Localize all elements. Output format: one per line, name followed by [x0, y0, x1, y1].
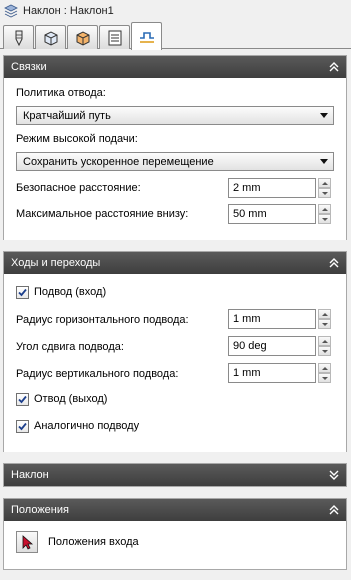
cube-icon — [44, 30, 57, 46]
linking-move-icon — [139, 31, 154, 43]
lead-out-checkbox[interactable] — [16, 393, 29, 406]
lead-in-label: Подвод (вход) — [34, 286, 107, 298]
spin-down-icon[interactable] — [318, 373, 331, 383]
links-panel-body: Политика отвода: Кратчайший путь Режим в… — [4, 78, 346, 240]
entry-positions-label: Положения входа — [48, 536, 139, 548]
vert-radius-spinner[interactable] — [318, 363, 331, 383]
leads-panel-title: Ходы и переходы — [11, 257, 101, 269]
collapse-up-icon[interactable] — [327, 60, 341, 74]
tab-strip — [0, 22, 351, 50]
document-list-icon — [108, 30, 121, 45]
leads-panel: Ходы и переходы Подвод (вход) Радиус гор… — [3, 251, 347, 452]
positions-panel-header[interactable]: Положения — [4, 499, 346, 521]
ramp-panel-header[interactable]: Наклон — [4, 464, 346, 486]
max-stay-down-label: Максимальное расстояние внизу: — [16, 208, 189, 220]
tab-linking[interactable] — [131, 22, 162, 50]
horiz-radius-spinner[interactable] — [318, 309, 331, 329]
spin-up-icon[interactable] — [318, 178, 331, 188]
positions-panel: Положения Положения входа — [3, 498, 347, 570]
tool-icon — [15, 30, 22, 46]
sweep-angle-label: Угол сдвига подвода: — [16, 341, 124, 353]
links-panel-header[interactable]: Связки — [4, 56, 346, 78]
max-stay-down-input[interactable]: 50 mm — [228, 204, 316, 224]
window-title-bar: Наклон : Наклон1 — [0, 0, 351, 22]
entry-positions-pick-button[interactable] — [16, 531, 38, 553]
high-feed-select[interactable]: Сохранить ускоренное перемещение — [16, 152, 334, 171]
vert-radius-label: Радиус вертикального подвода: — [16, 368, 179, 380]
horiz-radius-label: Радиус горизонтального подвода: — [16, 314, 189, 326]
tab-stock[interactable] — [67, 25, 98, 49]
links-panel-title: Связки — [11, 61, 47, 73]
vert-radius-input[interactable]: 1 mm — [228, 363, 316, 383]
collapse-up-icon[interactable] — [327, 503, 341, 517]
leads-panel-body: Подвод (вход) Радиус горизонтального под… — [4, 274, 346, 452]
high-feed-value: Сохранить ускоренное перемещение — [23, 155, 214, 168]
sweep-angle-input[interactable]: 90 deg — [228, 336, 316, 356]
sweep-angle-spinner[interactable] — [318, 336, 331, 356]
stock-box-icon — [76, 30, 89, 46]
retract-policy-value: Кратчайший путь — [23, 109, 111, 122]
spin-down-icon[interactable] — [318, 214, 331, 224]
horiz-radius-input[interactable]: 1 mm — [228, 309, 316, 329]
chevron-down-icon — [320, 159, 328, 164]
spin-down-icon[interactable] — [318, 319, 331, 329]
high-feed-label: Режим высокой подачи: — [16, 133, 138, 145]
lead-in-checkbox[interactable] — [16, 286, 29, 299]
spin-up-icon[interactable] — [318, 336, 331, 346]
max-stay-down-spinner[interactable] — [318, 204, 331, 224]
spin-up-icon[interactable] — [318, 204, 331, 214]
spin-up-icon[interactable] — [318, 363, 331, 373]
spin-up-icon[interactable] — [318, 309, 331, 319]
retract-policy-label: Политика отвода: — [16, 87, 106, 99]
tab-tool[interactable] — [3, 25, 34, 49]
spin-down-icon[interactable] — [318, 188, 331, 198]
ramp-panel: Наклон — [3, 463, 347, 487]
lead-out-label: Отвод (выход) — [34, 393, 108, 405]
positions-panel-body: Положения входа — [4, 521, 346, 569]
cursor-pointer-icon — [22, 535, 34, 550]
same-as-lead-in-checkbox[interactable] — [16, 420, 29, 433]
retract-policy-select[interactable]: Кратчайший путь — [16, 106, 334, 125]
positions-panel-title: Положения — [11, 504, 69, 516]
chevron-down-icon — [320, 113, 328, 118]
safe-distance-spinner[interactable] — [318, 178, 331, 198]
ramp-panel-title: Наклон — [11, 469, 49, 481]
check-icon — [18, 422, 27, 431]
safe-distance-label: Безопасное расстояние: — [16, 182, 141, 194]
tab-geometry[interactable] — [35, 25, 66, 49]
expand-down-icon[interactable] — [327, 468, 341, 482]
same-as-lead-in-label: Аналогично подводу — [34, 420, 140, 432]
window-title: Наклон : Наклон1 — [23, 5, 114, 17]
check-icon — [18, 395, 27, 404]
tab-passes[interactable] — [99, 25, 130, 49]
leads-panel-header[interactable]: Ходы и переходы — [4, 252, 346, 274]
spin-down-icon[interactable] — [318, 346, 331, 356]
links-panel: Связки Политика отвода: Кратчайший путь … — [3, 55, 347, 240]
collapse-up-icon[interactable] — [327, 256, 341, 270]
check-icon — [18, 288, 27, 297]
layers-stack-icon — [4, 4, 18, 18]
safe-distance-input[interactable]: 2 mm — [228, 178, 316, 198]
